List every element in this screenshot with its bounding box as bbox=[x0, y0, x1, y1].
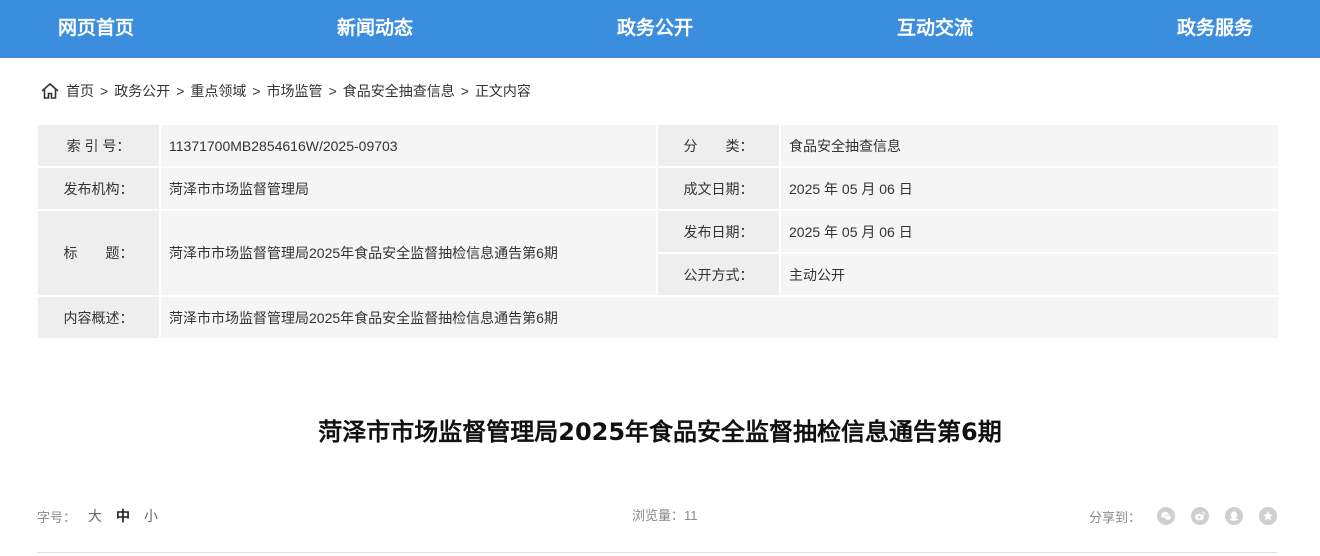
title-value: 菏泽市市场监督管理局2025年食品安全监督抽检信息通告第6期 bbox=[161, 211, 656, 295]
top-nav: 网页首页 新闻动态 政务公开 互动交流 政务服务 bbox=[0, 0, 1320, 58]
toolbar-divider bbox=[37, 552, 1277, 553]
index-value: 11371700MB2854616W/2025-09703 bbox=[161, 125, 656, 166]
disclosure-value: 主动公开 bbox=[781, 254, 1278, 295]
publish-date-label: 发布日期： bbox=[658, 211, 779, 252]
breadcrumb-separator: > bbox=[328, 83, 337, 99]
publisher-value: 菏泽市市场监督管理局 bbox=[161, 168, 656, 209]
nav-item-interaction[interactable]: 互动交流 bbox=[897, 0, 973, 58]
title-label: 标 题： bbox=[38, 211, 159, 295]
article-toolbar: 字号： 大 中 小 浏览量：11 分享到： bbox=[37, 505, 1277, 527]
share-bar: 分享到： bbox=[1089, 505, 1277, 527]
publisher-label: 发布机构： bbox=[38, 168, 159, 209]
metadata-table: 索 引 号： 11371700MB2854616W/2025-09703 分 类… bbox=[38, 125, 1278, 340]
written-date-label: 成文日期： bbox=[658, 168, 779, 209]
breadcrumb-market-supervision[interactable]: 市场监管 bbox=[267, 81, 323, 101]
category-label: 分 类： bbox=[658, 125, 779, 166]
share-label: 分享到： bbox=[1088, 509, 1141, 525]
view-count: 浏览量：11 bbox=[632, 508, 698, 523]
wechat-icon[interactable] bbox=[1157, 507, 1175, 525]
breadcrumb-current: 正文内容 bbox=[474, 83, 531, 99]
weibo-icon[interactable] bbox=[1191, 507, 1209, 525]
article-title: 菏泽市市场监督管理局2025年食品安全监督抽检信息通告第6期 bbox=[318, 418, 1002, 446]
breadcrumb-separator: > bbox=[460, 83, 469, 99]
font-size-label: 字号： bbox=[37, 509, 77, 525]
disclosure-label: 公开方式： bbox=[658, 254, 779, 295]
category-value: 食品安全抽查信息 bbox=[781, 125, 1278, 166]
breadcrumb-key-areas[interactable]: 重点领域 bbox=[190, 81, 246, 101]
font-size-large-button[interactable]: 大 bbox=[88, 506, 102, 526]
breadcrumb: 首页 > 政务公开 > 重点领域 > 市场监管 > 食品安全抽查信息 > 正文内… bbox=[40, 80, 531, 102]
breadcrumb-separator: > bbox=[252, 83, 261, 99]
breadcrumb-separator: > bbox=[100, 83, 109, 99]
publish-date-value: 2025 年 05 月 06 日 bbox=[781, 211, 1278, 252]
nav-item-home[interactable]: 网页首页 bbox=[58, 0, 134, 58]
nav-item-services[interactable]: 政务服务 bbox=[1177, 0, 1253, 58]
home-icon[interactable] bbox=[40, 81, 60, 101]
qq-icon[interactable] bbox=[1225, 507, 1243, 525]
font-size-medium-button[interactable]: 中 bbox=[116, 506, 130, 526]
summary-label: 内容概述： bbox=[38, 297, 159, 338]
summary-value: 菏泽市市场监督管理局2025年食品安全监督抽检信息通告第6期 bbox=[161, 297, 1278, 338]
breadcrumb-separator: > bbox=[176, 83, 185, 99]
font-size-switcher: 字号： 大 中 小 bbox=[37, 505, 158, 527]
breadcrumb-home[interactable]: 首页 bbox=[66, 81, 94, 101]
written-date-value: 2025 年 05 月 06 日 bbox=[781, 168, 1278, 209]
nav-item-government-affairs[interactable]: 政务公开 bbox=[617, 0, 693, 58]
nav-item-news[interactable]: 新闻动态 bbox=[337, 0, 413, 58]
breadcrumb-food-safety[interactable]: 食品安全抽查信息 bbox=[343, 81, 455, 101]
breadcrumb-government-affairs[interactable]: 政务公开 bbox=[114, 81, 170, 101]
index-label: 索 引 号： bbox=[38, 125, 159, 166]
qzone-icon[interactable] bbox=[1259, 507, 1277, 525]
font-size-small-button[interactable]: 小 bbox=[144, 506, 158, 526]
